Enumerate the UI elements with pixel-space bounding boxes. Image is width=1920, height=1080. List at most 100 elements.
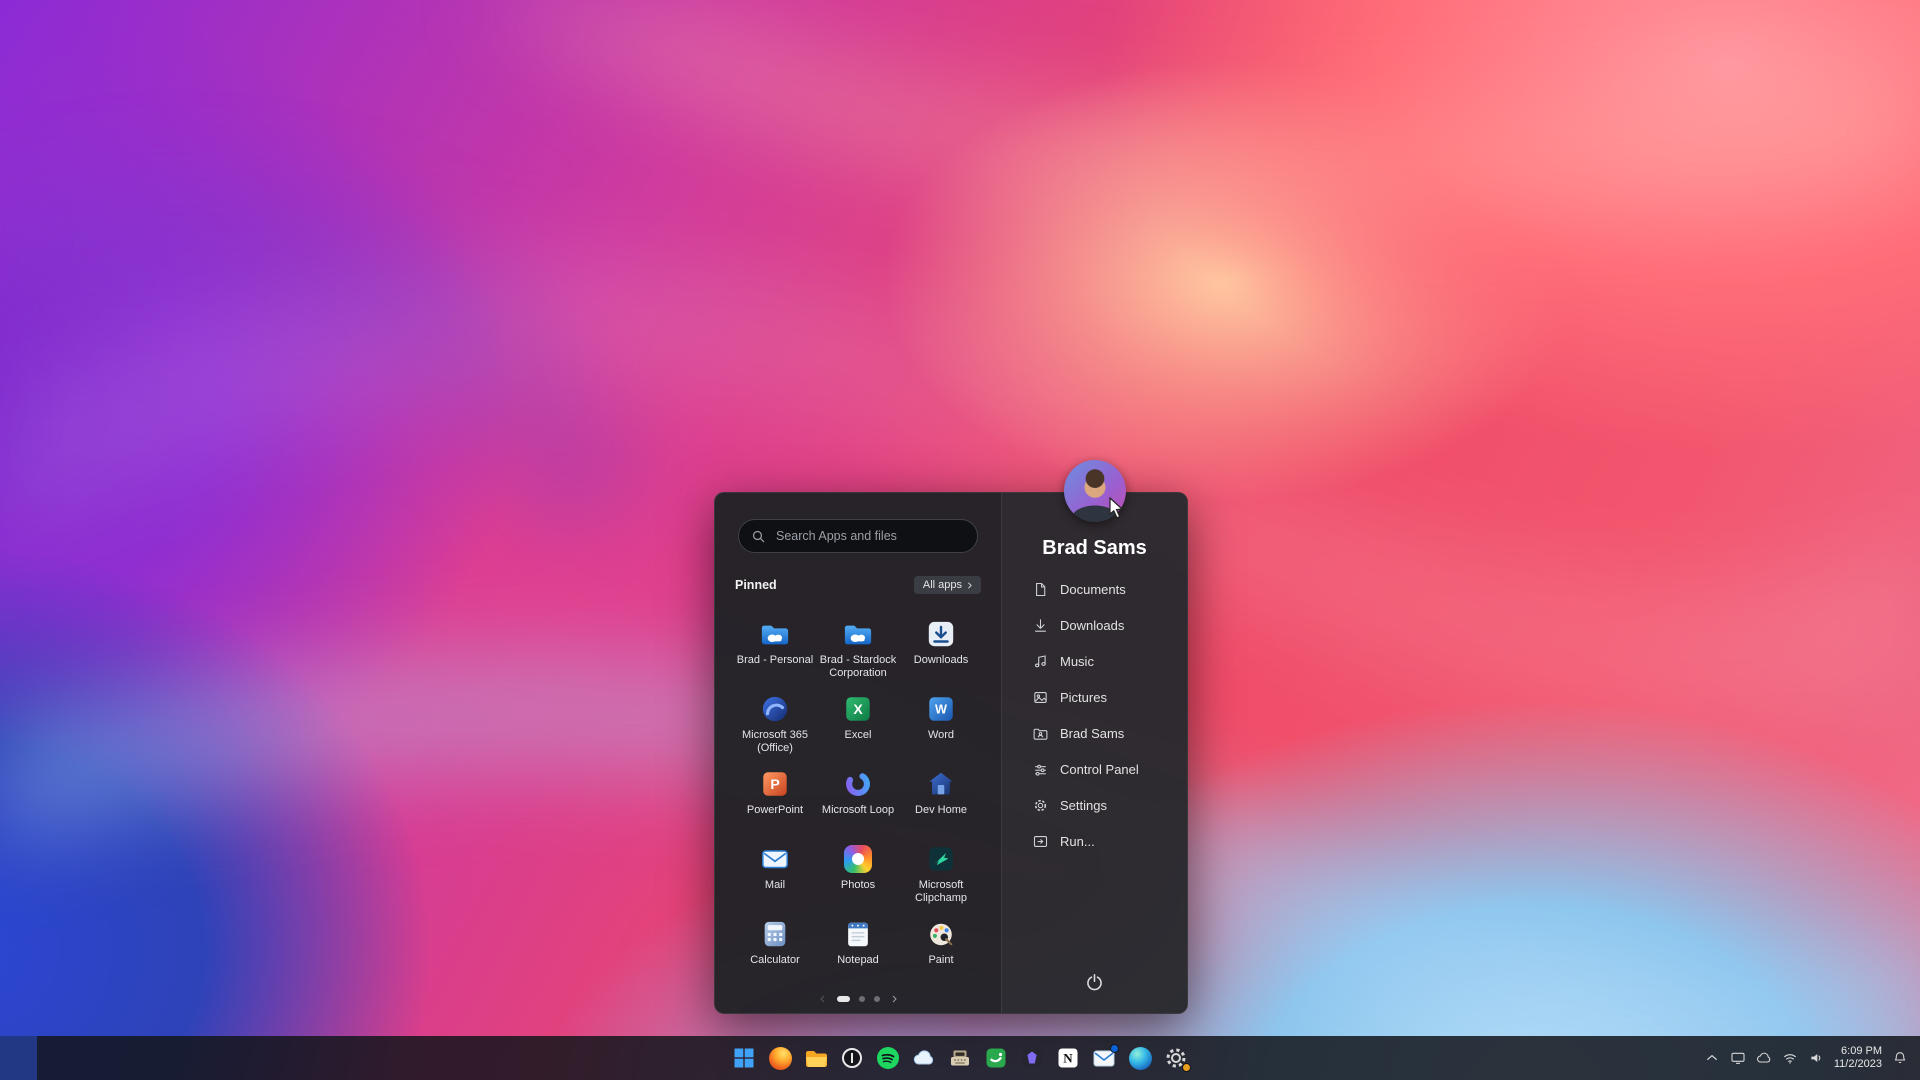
pinned-app-brad-personal[interactable]: Brad - Personal (734, 615, 817, 690)
search-input[interactable] (774, 528, 965, 544)
svg-text:W: W (935, 703, 947, 717)
quick-link-settings[interactable]: Settings (1002, 787, 1187, 823)
firefox-icon (768, 1046, 792, 1070)
pinned-app-clipchamp[interactable]: Microsoft Clipchamp (900, 840, 983, 915)
search-icon (752, 530, 765, 542)
settings-icon (1034, 799, 1047, 811)
taskbar-cloud-app[interactable] (912, 1046, 936, 1070)
taskbar-circle-app[interactable] (840, 1046, 864, 1070)
app-label: Brad - Personal (736, 654, 814, 666)
app-label: Downloads (913, 654, 969, 666)
quick-link-label: Pictures (1060, 689, 1107, 705)
pinned-header: Pinned All apps (715, 575, 1001, 595)
music-icon (1035, 654, 1046, 667)
document-icon (1036, 582, 1046, 596)
pinned-app-mail[interactable]: Mail (734, 840, 817, 915)
photos-icon (843, 844, 873, 874)
loop-icon (843, 769, 873, 799)
chevron-right-icon (968, 581, 972, 589)
page-dot[interactable] (873, 996, 880, 1002)
app-label: Excel (844, 729, 872, 741)
taskbar-gem-app[interactable] (1020, 1046, 1044, 1070)
app-label: Photos (840, 879, 876, 891)
taskbar-mail[interactable] (1092, 1044, 1119, 1070)
taskbar-settings[interactable] (1164, 1046, 1191, 1072)
app-label: Paint (928, 954, 954, 966)
search-box[interactable] (738, 519, 978, 553)
clock[interactable]: 6:09 PM 11/2/2023 (1834, 1045, 1882, 1071)
pinned-app-photos[interactable]: Photos (817, 840, 900, 915)
tray-display-button[interactable] (1730, 1050, 1746, 1066)
quick-link-label: Settings (1060, 797, 1107, 813)
wifi-icon (1783, 1054, 1796, 1064)
pinned-app-downloads[interactable]: Downloads (900, 615, 983, 690)
pinned-app-powerpoint[interactable]: P PowerPoint (734, 765, 817, 840)
pinned-app-microsoft-365[interactable]: Microsoft 365 (Office) (734, 690, 817, 765)
paint-icon (926, 919, 956, 949)
all-apps-label: All apps (922, 579, 962, 591)
tray-network-button[interactable] (1782, 1050, 1798, 1066)
cloud-icon (1756, 1052, 1771, 1063)
run-icon (1033, 835, 1048, 847)
app-label: Word (927, 729, 955, 741)
start-button[interactable] (732, 1046, 756, 1070)
pager-prev-icon[interactable] (818, 994, 828, 1004)
pinned-app-excel[interactable]: X Excel (817, 690, 900, 765)
quick-link-label: Brad Sams (1060, 725, 1125, 741)
pinned-app-brad-stardock[interactable]: Brad - Stardock Corporation (817, 615, 900, 690)
quick-link-documents[interactable]: Documents (1002, 571, 1187, 607)
pinned-app-paint[interactable]: Paint (900, 915, 983, 990)
taskbar-notion[interactable]: N (1056, 1046, 1080, 1070)
tray-volume-button[interactable] (1808, 1050, 1824, 1066)
tray-cloud-button[interactable] (1756, 1050, 1772, 1066)
volume-icon (1811, 1054, 1821, 1062)
calculator-icon (760, 919, 790, 949)
start-menu-left-pane: Pinned All apps Brad - Personal Brad - S… (715, 493, 1001, 1013)
cloud-icon (913, 1050, 934, 1065)
control-panel-icon (1035, 764, 1046, 776)
pinned-app-dev-home[interactable]: Dev Home (900, 765, 983, 840)
quick-link-control-panel[interactable]: Control Panel (1002, 751, 1187, 787)
quick-link-label: Run... (1060, 833, 1095, 849)
taskbar-edge[interactable] (1128, 1046, 1152, 1070)
notification-center-button[interactable] (1892, 1050, 1908, 1066)
edge-icon (1128, 1046, 1152, 1070)
pinned-app-word[interactable]: W Word (900, 690, 983, 765)
quick-link-user-folder[interactable]: Brad Sams (1002, 715, 1187, 751)
pinned-app-notepad[interactable]: Notepad (817, 915, 900, 990)
tray-overflow-button[interactable] (1704, 1050, 1720, 1066)
taskbar-file-explorer[interactable] (804, 1046, 828, 1070)
app-label: Calculator (750, 954, 800, 966)
display-icon (1731, 1052, 1745, 1064)
page-dot[interactable] (858, 996, 865, 1002)
microsoft-365-icon (760, 694, 790, 724)
app-label: Microsoft Clipchamp (915, 879, 967, 904)
taskbar-firefox[interactable] (768, 1046, 792, 1070)
pager-next-icon[interactable] (889, 994, 899, 1004)
quick-link-pictures[interactable]: Pictures (1002, 679, 1187, 715)
app-label: Microsoft 365 (Office) (741, 729, 809, 754)
tray-time: 6:09 PM (1841, 1045, 1882, 1057)
downloads-icon (926, 619, 956, 649)
pinned-app-microsoft-loop[interactable]: Microsoft Loop (817, 765, 900, 840)
quick-link-music[interactable]: Music (1002, 643, 1187, 679)
chevron-up-icon (1706, 1054, 1717, 1061)
quick-link-run[interactable]: Run... (1002, 823, 1187, 859)
typewriter-icon (951, 1050, 969, 1066)
windows-start-icon (734, 1048, 754, 1068)
taskbar-green-app[interactable] (984, 1046, 1008, 1070)
quick-links: Documents Downloads Music Pictures Brad … (1002, 571, 1187, 859)
all-apps-button[interactable]: All apps (913, 576, 981, 594)
svg-text:X: X (853, 701, 863, 717)
page-dot[interactable] (836, 996, 850, 1002)
pinned-app-grid: Brad - Personal Brad - Stardock Corporat… (715, 615, 1001, 990)
green-tile-icon (986, 1048, 1006, 1068)
taskbar-typewriter-app[interactable] (948, 1046, 972, 1070)
taskbar-spotify[interactable] (876, 1046, 900, 1070)
power-button[interactable] (1078, 965, 1112, 999)
dev-home-icon (926, 769, 956, 799)
quick-link-downloads[interactable]: Downloads (1002, 607, 1187, 643)
pinned-app-calculator[interactable]: Calculator (734, 915, 817, 990)
quick-link-label: Control Panel (1060, 761, 1139, 777)
file-explorer-icon (806, 1051, 827, 1067)
